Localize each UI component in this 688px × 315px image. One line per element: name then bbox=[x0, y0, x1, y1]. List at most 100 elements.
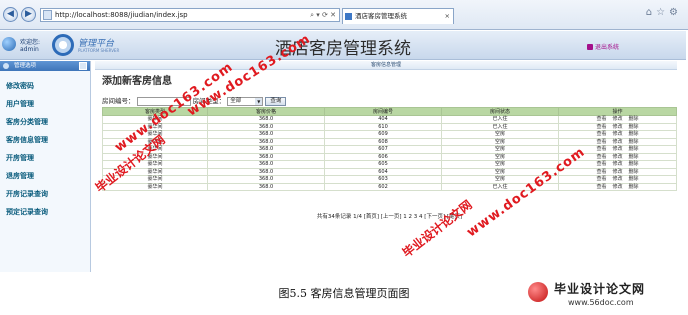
tab-close-icon[interactable]: × bbox=[445, 9, 450, 24]
view-link[interactable]: 查看 bbox=[596, 146, 606, 152]
view-link[interactable]: 查看 bbox=[596, 124, 606, 130]
home-star-gear-icons[interactable]: ⌂☆⚙ bbox=[646, 7, 682, 18]
cell-room-price: 368.0 bbox=[207, 167, 325, 176]
page-heading: 添加新客房信息 bbox=[102, 76, 172, 87]
view-link[interactable]: 查看 bbox=[596, 139, 606, 145]
table-row: 豪华间 368.0 609 空房 查看 修改 删除 bbox=[102, 130, 677, 139]
browser-toolbar: ◀ ▶ http://localhost:8088/jiudian/index.… bbox=[0, 0, 688, 30]
edit-link[interactable]: 修改 bbox=[612, 176, 622, 182]
col-actions: 操作 bbox=[558, 107, 677, 116]
cell-actions: 查看 修改 删除 bbox=[558, 130, 677, 139]
edit-link[interactable]: 修改 bbox=[612, 116, 622, 122]
cell-actions: 查看 修改 删除 bbox=[558, 115, 677, 124]
browser-tab[interactable]: 酒店客房管理系统 × bbox=[342, 8, 454, 24]
delete-link[interactable]: 删除 bbox=[629, 184, 639, 190]
sidebar-item-check-out[interactable]: 退房管理 bbox=[6, 171, 34, 181]
table-row: 豪华间 368.0 404 已入住 查看 修改 删除 bbox=[102, 115, 677, 124]
sidebar-item-check-in[interactable]: 开房管理 bbox=[6, 153, 34, 163]
edit-link[interactable]: 修改 bbox=[612, 184, 622, 190]
cell-room-price: 368.0 bbox=[207, 160, 325, 169]
address-tools[interactable]: ⌕ ▾ ⟳ ✕ bbox=[310, 9, 336, 21]
col-room-status: 房间状态 bbox=[441, 107, 559, 116]
delete-link[interactable]: 删除 bbox=[629, 161, 639, 167]
sidebar-item-booking-records[interactable]: 预定记录查询 bbox=[6, 207, 48, 217]
view-link[interactable]: 查看 bbox=[596, 154, 606, 160]
cell-room-type: 豪华间 bbox=[102, 182, 208, 191]
sidebar-item-user-management[interactable]: 用户管理 bbox=[6, 99, 34, 109]
view-link[interactable]: 查看 bbox=[596, 116, 606, 122]
sidebar-item-change-password[interactable]: 修改密码 bbox=[6, 81, 34, 91]
room-type-label: 房间类型： bbox=[192, 97, 226, 105]
table-row: 豪华间 368.0 602 已入住 查看 修改 删除 bbox=[102, 182, 677, 191]
view-link[interactable]: 查看 bbox=[596, 176, 606, 182]
delete-link[interactable]: 删除 bbox=[629, 154, 639, 160]
view-link[interactable]: 查看 bbox=[596, 131, 606, 137]
logout-link[interactable]: 退出系统 bbox=[587, 42, 619, 51]
edit-link[interactable]: 修改 bbox=[612, 146, 622, 152]
edit-link[interactable]: 修改 bbox=[612, 169, 622, 175]
pagination[interactable]: 共有34条记录 1/4 [首页] [上一页] 1 2 3 4 [下一页] [尾页… bbox=[102, 212, 677, 220]
cell-actions: 查看 修改 删除 bbox=[558, 137, 677, 146]
forward-icon[interactable]: ▶ bbox=[21, 7, 36, 22]
rooms-table: 客房类型 客房价格 房间编号 房间状态 操作 豪华间 368.0 404 已入住 查看修… bbox=[102, 107, 677, 191]
delete-link[interactable]: 删除 bbox=[629, 176, 639, 182]
edit-link[interactable]: 修改 bbox=[612, 124, 622, 130]
cell-room-type: 豪华间 bbox=[102, 130, 208, 139]
delete-link[interactable]: 删除 bbox=[629, 131, 639, 137]
edit-link[interactable]: 修改 bbox=[612, 161, 622, 167]
cell-room-no: 404 bbox=[324, 115, 442, 124]
cell-room-status: 已入住 bbox=[441, 115, 559, 124]
view-link[interactable]: 查看 bbox=[596, 184, 606, 190]
delete-link[interactable]: 删除 bbox=[629, 146, 639, 152]
view-link[interactable]: 查看 bbox=[596, 169, 606, 175]
delete-link[interactable]: 删除 bbox=[629, 139, 639, 145]
query-button[interactable]: 查询 bbox=[265, 96, 287, 106]
delete-link[interactable]: 删除 bbox=[629, 124, 639, 130]
address-bar[interactable]: http://localhost:8088/jiudian/index.jsp … bbox=[40, 8, 340, 22]
cell-room-no: 604 bbox=[324, 167, 442, 176]
delete-link[interactable]: 删除 bbox=[629, 116, 639, 122]
logout-label: 退出系统 bbox=[595, 44, 620, 51]
collapse-icon[interactable] bbox=[79, 62, 87, 70]
room-type-value: 全部 bbox=[230, 97, 242, 104]
view-link[interactable]: 查看 bbox=[596, 161, 606, 167]
chevron-down-icon: ▼ bbox=[255, 97, 263, 105]
cell-room-type: 豪华间 bbox=[102, 137, 208, 146]
sidebar-item-room-category[interactable]: 客房分类管理 bbox=[6, 117, 48, 127]
sidebar-item-room-info[interactable]: 客房信息管理 bbox=[6, 135, 48, 145]
back-icon[interactable]: ◀ bbox=[3, 7, 18, 22]
room-type-select[interactable]: 全部 ▼ bbox=[227, 96, 264, 106]
address-text: http://localhost:8088/jiudian/index.jsp bbox=[55, 11, 188, 19]
edit-link[interactable]: 修改 bbox=[612, 154, 622, 160]
cell-room-price: 368.0 bbox=[207, 182, 325, 191]
cell-room-type: 豪华间 bbox=[102, 122, 208, 131]
col-room-type: 客房类型 bbox=[102, 107, 208, 116]
cell-room-status: 空房 bbox=[441, 175, 559, 184]
cell-room-price: 368.0 bbox=[207, 130, 325, 139]
app-header: 欢迎您: admin 管理平台 PLATFORM SHERVER 酒店客房管理系… bbox=[0, 31, 686, 60]
cell-room-type: 豪华间 bbox=[102, 175, 208, 184]
cell-actions: 查看 修改 删除 bbox=[558, 160, 677, 169]
delete-link[interactable]: 删除 bbox=[629, 169, 639, 175]
edit-link[interactable]: 修改 bbox=[612, 139, 622, 145]
edit-link[interactable]: 修改 bbox=[612, 131, 622, 137]
cell-room-no: 607 bbox=[324, 145, 442, 154]
page-icon bbox=[43, 10, 52, 20]
cell-room-price: 368.0 bbox=[207, 152, 325, 161]
page-title: 酒店客房管理系统 bbox=[275, 39, 411, 59]
cell-actions: 查看 修改 删除 bbox=[558, 175, 677, 184]
room-no-input[interactable] bbox=[136, 96, 191, 106]
cell-room-status: 空房 bbox=[441, 167, 559, 176]
room-no-label: 房间编号： bbox=[102, 97, 135, 105]
cell-room-type: 豪华间 bbox=[102, 160, 208, 169]
cell-actions: 查看 修改 删除 bbox=[558, 182, 677, 191]
tab-title: 酒店客房管理系统 bbox=[355, 12, 407, 20]
favicon-icon bbox=[345, 13, 352, 20]
table-row: 豪华间 368.0 610 已入住 查看 修改 删除 bbox=[102, 122, 677, 131]
cell-room-no: 609 bbox=[324, 130, 442, 139]
cell-room-status: 空房 bbox=[441, 152, 559, 161]
brand-logo: 毕业设计论文网 www.56doc.com bbox=[520, 278, 686, 314]
cell-room-no: 608 bbox=[324, 137, 442, 146]
col-room-no: 房间编号 bbox=[324, 107, 442, 116]
sidebar-item-checkin-records[interactable]: 开房记录查询 bbox=[6, 189, 48, 199]
